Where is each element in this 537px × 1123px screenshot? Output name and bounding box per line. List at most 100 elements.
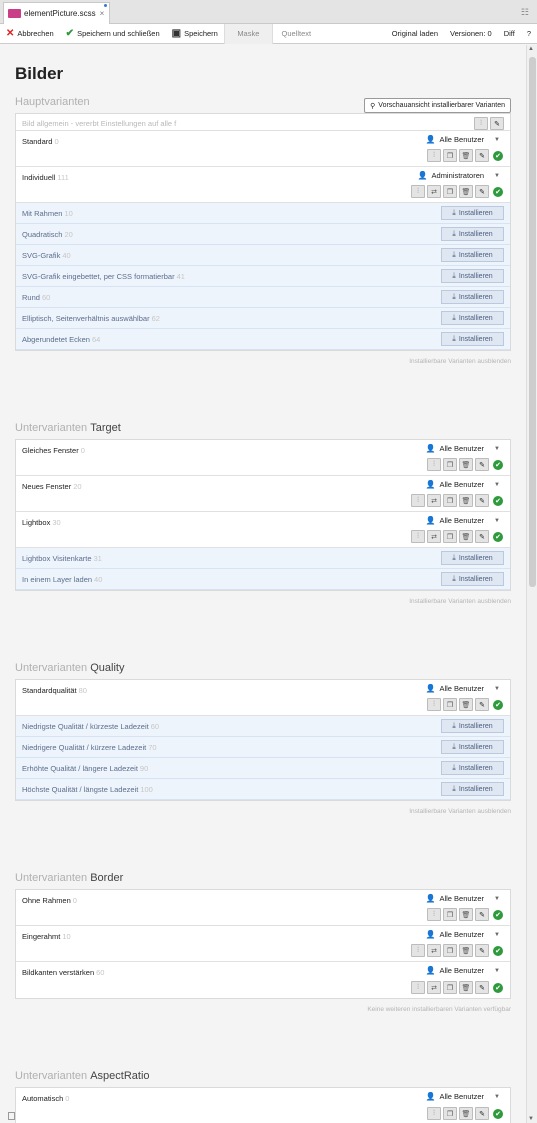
edit-icon[interactable]: ✎ xyxy=(475,149,489,162)
cancel-button[interactable]: ✕ Abbrechen xyxy=(0,24,60,44)
save-close-button[interactable]: ✔ Speichern und schließen xyxy=(60,24,166,44)
check-icon[interactable]: ✔ xyxy=(493,531,503,542)
variant-row[interactable]: Standard 0 👤 Alle Benutzer ▼ ⫶ ❐ 🗑 ✎ ✔ xyxy=(16,131,510,167)
tab-source[interactable]: Quelltext xyxy=(271,23,320,44)
preview-button[interactable]: ⚲ Vorschauansicht installierbarer Variant… xyxy=(364,98,511,113)
copy-icon[interactable]: ❐ xyxy=(443,149,457,162)
install-button[interactable]: ⤓ Installieren xyxy=(441,332,504,346)
tab-mask[interactable]: Maske xyxy=(223,23,272,44)
chevron-down-icon[interactable]: ▼ xyxy=(494,968,500,974)
edit-icon[interactable]: ✎ xyxy=(475,185,489,198)
copy-icon[interactable]: ❐ xyxy=(443,494,457,507)
edit-icon[interactable]: ✎ xyxy=(475,1107,489,1120)
user-select[interactable]: 👤 Alle Benutzer ▼ xyxy=(425,894,500,903)
copy-icon[interactable]: ❐ xyxy=(443,908,457,921)
load-original-button[interactable]: Original laden xyxy=(392,29,438,38)
settings-icon[interactable]: ⫶ xyxy=(411,494,425,507)
trash-icon[interactable]: 🗑 xyxy=(459,530,473,543)
chevron-down-icon[interactable]: ▼ xyxy=(494,173,500,179)
user-select[interactable]: 👤 Alle Benutzer ▼ xyxy=(425,966,500,975)
install-button[interactable]: ⤓ Installieren xyxy=(441,782,504,796)
copy-icon[interactable]: ❐ xyxy=(443,981,457,994)
copy-icon[interactable]: ❐ xyxy=(443,1107,457,1120)
file-tab[interactable]: elementPicture.scss × xyxy=(3,2,110,24)
variant-row[interactable]: Gleiches Fenster 0 👤 Alle Benutzer ▼ ⫶ ❐ 🗑 ✎ ✔ xyxy=(16,440,510,476)
edit-icon[interactable]: ✎ xyxy=(475,908,489,921)
check-icon[interactable]: ✔ xyxy=(493,150,503,161)
chevron-down-icon[interactable]: ▼ xyxy=(494,1094,500,1100)
toggle-installable-link[interactable]: Installierbare Varianten ausblenden xyxy=(15,358,511,370)
trash-icon[interactable]: 🗑 xyxy=(459,981,473,994)
trash-icon[interactable]: 🗑 xyxy=(459,185,473,198)
trash-icon[interactable]: 🗑 xyxy=(459,149,473,162)
check-icon[interactable]: ✔ xyxy=(493,495,503,506)
toggle-installable-link[interactable]: Installierbare Varianten ausblenden xyxy=(15,808,511,820)
copy-icon[interactable]: ❐ xyxy=(443,458,457,471)
inherit-icon[interactable]: ⇄ xyxy=(427,981,441,994)
settings-icon[interactable]: ⫶ xyxy=(411,981,425,994)
variant-row[interactable]: Lightbox 30 👤 Alle Benutzer ▼ ⫶ ⇄ ❐ 🗑 ✎ ✔ xyxy=(16,512,510,548)
check-icon[interactable]: ✔ xyxy=(493,982,503,993)
chevron-down-icon[interactable]: ▼ xyxy=(494,137,500,143)
install-button[interactable]: ⤓ Installieren xyxy=(441,248,504,262)
scroll-down-icon[interactable]: ▼ xyxy=(528,1116,534,1122)
chevron-down-icon[interactable]: ▼ xyxy=(494,896,500,902)
trash-icon[interactable]: 🗑 xyxy=(459,698,473,711)
grid-menu-icon[interactable]: ☷ xyxy=(521,7,529,18)
settings-icon[interactable]: ⫶ xyxy=(411,530,425,543)
chevron-down-icon[interactable]: ▼ xyxy=(494,482,500,488)
scrollbar-thumb[interactable] xyxy=(529,57,536,587)
variant-row[interactable]: Bildkanten verstärken 60 👤 Alle Benutzer ▼ ⫶ ⇄… xyxy=(16,962,510,998)
vertical-scrollbar[interactable]: ▲ ▼ xyxy=(526,45,537,1123)
settings-icon[interactable]: ⫶ xyxy=(411,944,425,957)
user-select[interactable]: 👤 Alle Benutzer ▼ xyxy=(425,930,500,939)
variant-row[interactable]: Eingerahmt 10 👤 Alle Benutzer ▼ ⫶ ⇄ ❐ 🗑 ✎ ✔ xyxy=(16,926,510,962)
settings-icon[interactable]: ⫶ xyxy=(427,1107,441,1120)
trash-icon[interactable]: 🗑 xyxy=(459,1107,473,1120)
variant-row[interactable]: Neues Fenster 20 👤 Alle Benutzer ▼ ⫶ ⇄ ❐ 🗑 ✎ ✔ xyxy=(16,476,510,512)
inherit-icon[interactable]: ⇄ xyxy=(427,185,441,198)
copy-icon[interactable]: ❐ xyxy=(443,698,457,711)
chevron-down-icon[interactable]: ▼ xyxy=(494,446,500,452)
chevron-down-icon[interactable]: ▼ xyxy=(494,932,500,938)
settings-icon[interactable]: ⫶ xyxy=(427,458,441,471)
install-button[interactable]: ⤓ Installieren xyxy=(441,311,504,325)
edit-icon[interactable]: ✎ xyxy=(475,698,489,711)
install-button[interactable]: ⤓ Installieren xyxy=(441,290,504,304)
chevron-down-icon[interactable]: ▼ xyxy=(494,518,500,524)
diff-button[interactable]: Diff xyxy=(504,29,515,38)
toggle-installable-link[interactable]: Installierbare Varianten ausblenden xyxy=(15,598,511,610)
settings-icon[interactable]: ⫶ xyxy=(427,908,441,921)
install-button[interactable]: ⤓ Installieren xyxy=(441,740,504,754)
user-select[interactable]: 👤 Alle Benutzer ▼ xyxy=(425,444,500,453)
user-select[interactable]: 👤 Alle Benutzer ▼ xyxy=(425,480,500,489)
copy-icon[interactable]: ❐ xyxy=(443,530,457,543)
check-icon[interactable]: ✔ xyxy=(493,909,503,920)
variant-row[interactable]: Ohne Rahmen 0 👤 Alle Benutzer ▼ ⫶ ❐ 🗑 ✎ ✔ xyxy=(16,890,510,926)
toggle-installable-link[interactable]: Keine weiteren installierbaren Varianten… xyxy=(15,1006,511,1018)
help-button[interactable]: ? xyxy=(527,29,531,38)
user-select[interactable]: 👤 Alle Benutzer ▼ xyxy=(425,684,500,693)
edit-icon[interactable]: ✎ xyxy=(475,981,489,994)
trash-icon[interactable]: 🗑 xyxy=(459,908,473,921)
versions-button[interactable]: Versionen: 0 xyxy=(450,29,492,38)
trash-icon[interactable]: 🗑 xyxy=(459,944,473,957)
edit-icon[interactable]: ✎ xyxy=(475,944,489,957)
save-button[interactable]: ▣ Speichern xyxy=(166,24,224,44)
install-button[interactable]: ⤓ Installieren xyxy=(441,572,504,586)
user-select[interactable]: 👤 Alle Benutzer ▼ xyxy=(425,135,500,144)
install-button[interactable]: ⤓ Installieren xyxy=(441,227,504,241)
user-select[interactable]: 👤 Alle Benutzer ▼ xyxy=(425,516,500,525)
inherit-icon[interactable]: ⇄ xyxy=(427,494,441,507)
settings-icon[interactable]: ⫶ xyxy=(474,117,488,130)
install-button[interactable]: ⤓ Installieren xyxy=(441,761,504,775)
copy-icon[interactable]: ❐ xyxy=(443,944,457,957)
settings-icon[interactable]: ⫶ xyxy=(427,698,441,711)
scroll-up-icon[interactable]: ▲ xyxy=(528,46,534,52)
install-button[interactable]: ⤓ Installieren xyxy=(441,551,504,565)
copy-icon[interactable]: ❐ xyxy=(443,185,457,198)
user-select[interactable]: 👤 Administratoren ▼ xyxy=(418,171,500,180)
check-icon[interactable]: ✔ xyxy=(493,699,503,710)
check-icon[interactable]: ✔ xyxy=(493,945,503,956)
variant-row[interactable]: Automatisch 0 👤 Alle Benutzer ▼ ⫶ ❐ 🗑 ✎ ✔ xyxy=(16,1088,510,1123)
